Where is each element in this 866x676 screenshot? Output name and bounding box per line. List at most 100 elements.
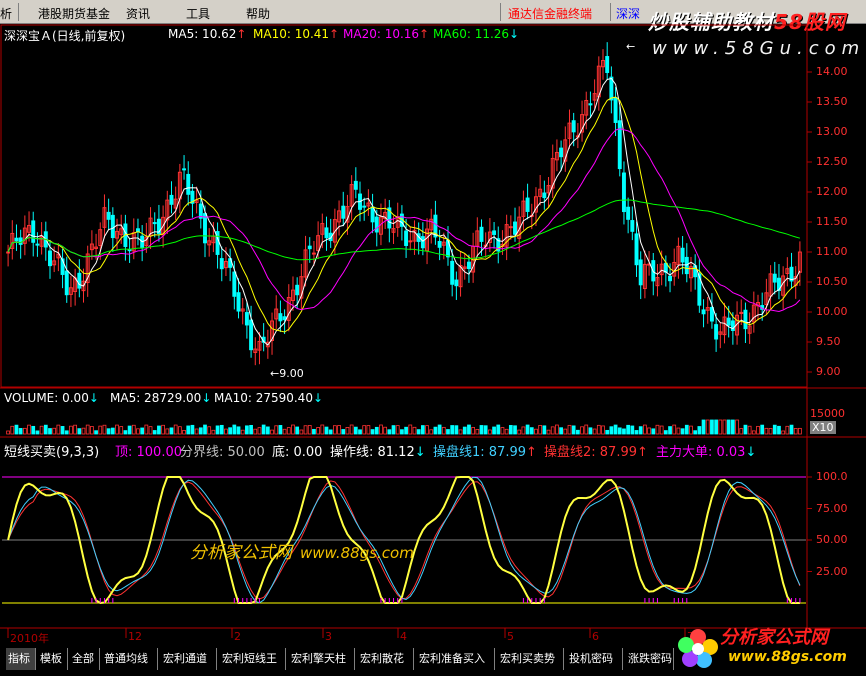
volume-bar	[437, 424, 442, 435]
candle-body	[110, 214, 115, 239]
volume-bar	[798, 427, 802, 435]
vol-ma5-value: MA5: 28729.00	[110, 391, 202, 405]
tab-trade-trend[interactable]: 宏利买卖势	[498, 648, 564, 670]
volume-bar	[253, 428, 258, 435]
volume-bar	[370, 429, 375, 435]
volume-bar	[10, 425, 15, 435]
candle-body	[630, 220, 635, 232]
volume-bar	[303, 425, 308, 435]
volume-bar	[115, 424, 119, 435]
candle-body	[324, 227, 329, 239]
volume-bar	[349, 424, 354, 435]
low-price-label: ←9.00	[270, 367, 304, 380]
volume-bar	[215, 425, 220, 435]
volume-bar	[136, 428, 140, 435]
ma5-value: MA5: 10.62	[168, 27, 237, 41]
volume-bar	[148, 426, 153, 435]
volume-bar	[274, 425, 279, 435]
indicator-boundary: 分界线: 50.00	[180, 445, 265, 460]
volume-bar	[697, 426, 702, 435]
volume-bar	[768, 428, 773, 435]
tab-scatter[interactable]: 宏利散花	[358, 648, 414, 670]
volume-bar	[307, 425, 312, 435]
tab-all[interactable]: 全部	[70, 648, 100, 670]
vol-ma10-value: MA10: 27590.40	[214, 391, 313, 405]
volume-bar	[412, 426, 417, 435]
tab-ma[interactable]: 普通均线	[102, 648, 158, 670]
tab-short-king[interactable]: 宏利短线王	[220, 648, 286, 670]
candle-body	[408, 240, 413, 243]
volume-bar	[140, 427, 145, 435]
candle-body	[35, 243, 40, 246]
candle-body	[613, 97, 618, 123]
candle-body	[106, 211, 111, 220]
volume-bar	[320, 424, 325, 435]
volume-readout: VOLUME: 0.00↓	[4, 391, 99, 405]
tab-prepare-buy[interactable]: 宏利准备买入	[417, 648, 495, 670]
volume-bar	[513, 425, 517, 435]
candle-body	[559, 147, 564, 158]
volume-bar	[525, 424, 530, 435]
volume-bar	[345, 427, 350, 435]
volume-bar	[119, 426, 124, 435]
candle-body	[374, 216, 379, 233]
tab-pillar[interactable]: 宏利擎天柱	[289, 648, 355, 670]
candle-body	[282, 316, 287, 321]
volume-bar	[56, 424, 61, 435]
candle-body	[668, 275, 672, 282]
volume-bar	[651, 428, 656, 435]
price-tick-label: 10.00	[816, 305, 848, 318]
volume-bar	[684, 424, 689, 435]
volume-bar	[312, 428, 316, 435]
candle-body	[714, 324, 719, 340]
volume-bar	[387, 429, 392, 435]
volume-bar	[622, 428, 626, 435]
tab-updown-code[interactable]: 涨跌密码	[626, 648, 674, 670]
candle-body	[370, 206, 375, 223]
volume-bar	[228, 427, 233, 435]
volume-bar	[555, 424, 559, 435]
logo-url: www.88gs.com	[728, 649, 847, 665]
volume-bar	[747, 425, 752, 435]
tab-spec-code[interactable]: 投机密码	[567, 648, 623, 670]
volume-bar	[772, 424, 777, 435]
price-panel-frame	[0, 24, 808, 388]
candle-body	[311, 252, 316, 255]
volume-bar	[98, 425, 103, 435]
volume-bar	[316, 427, 320, 435]
high-price-label: ←	[626, 40, 636, 53]
tab-template[interactable]: 模板	[38, 648, 68, 670]
up-arrow-icon: ↑	[329, 27, 340, 41]
volume-bar	[718, 419, 723, 435]
tab-channel[interactable]: 宏利通道	[161, 648, 217, 670]
ma10-readout: MA10: 10.41↑	[253, 27, 339, 41]
volume-bar	[609, 426, 614, 435]
volume-bar	[433, 426, 438, 435]
price-panel-title: 深深宝Ａ(日线,前复权)	[4, 29, 126, 43]
volume-bar	[383, 426, 388, 435]
down-arrow-icon: ↓	[88, 391, 99, 405]
candle-body	[295, 284, 300, 296]
volume-bar	[672, 424, 677, 435]
ma5-readout: MA5: 10.62↑	[168, 27, 246, 41]
candle-body	[77, 272, 82, 289]
volume-bar	[601, 425, 605, 435]
tab-indicator[interactable]: 指标	[6, 648, 36, 670]
volume-bar	[123, 430, 128, 435]
volume-bar	[85, 424, 90, 435]
ma5-line	[7, 77, 801, 346]
candle-body	[638, 259, 643, 286]
volume-bar	[542, 425, 547, 435]
volume-bar	[236, 426, 241, 435]
center-watermark: 分析家公式网 www.88gs.com	[190, 538, 414, 563]
volume-bar	[467, 424, 471, 435]
stock-chart-canvas[interactable]	[0, 0, 866, 676]
candle-body	[182, 168, 187, 171]
volume-bar	[705, 419, 710, 435]
volume-bar	[605, 429, 610, 435]
volume-bar	[693, 430, 698, 435]
price-tick-label: 9.50	[816, 335, 841, 348]
volume-bar	[81, 427, 86, 435]
volume-bar	[630, 425, 635, 435]
candle-body	[152, 222, 157, 225]
